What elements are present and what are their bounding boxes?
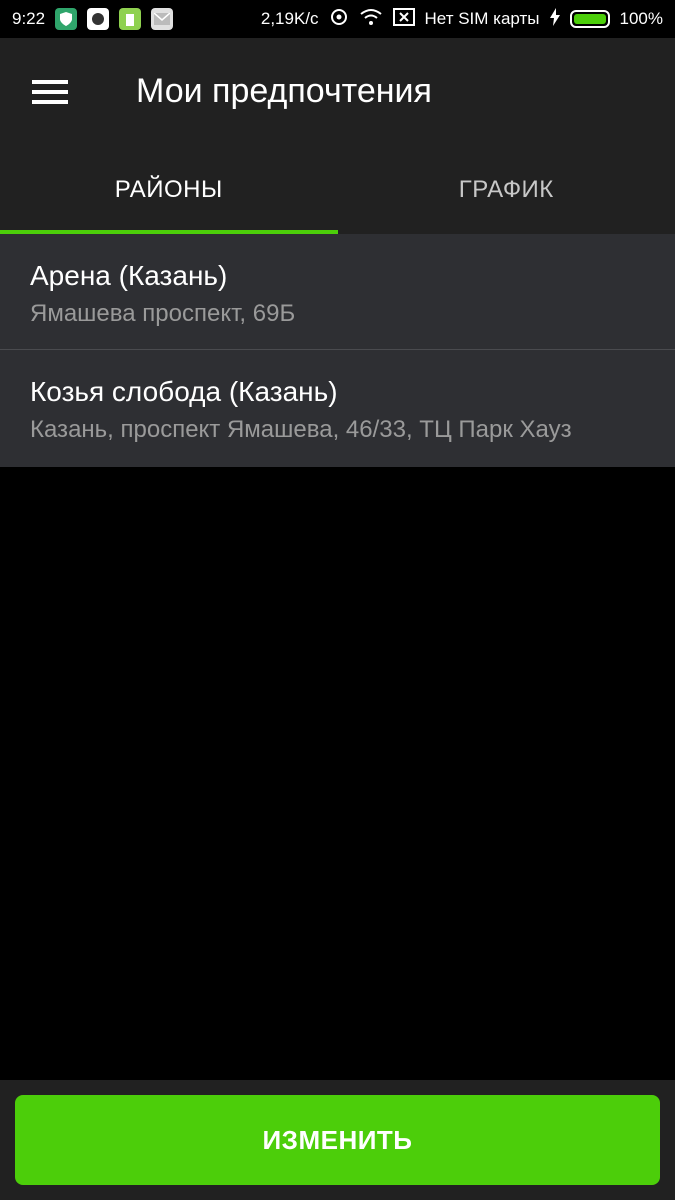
list-item[interactable]: Козья слобода (Казань) Казань, проспект … bbox=[0, 350, 675, 467]
status-left: 9:22 bbox=[0, 8, 174, 30]
change-button[interactable]: ИЗМЕНИТЬ bbox=[15, 1095, 660, 1185]
shield-app-icon bbox=[55, 8, 78, 30]
battery-app-icon bbox=[119, 8, 142, 30]
location-title: Козья слобода (Казань) bbox=[30, 376, 338, 407]
tab-schedule[interactable]: ГРАФИК bbox=[338, 145, 675, 234]
status-bar: 9:22 2,19K/c Нет SIM карты 100% bbox=[0, 0, 675, 38]
tab-bar: РАЙОНЫ ГРАФИК bbox=[0, 145, 675, 234]
mail-icon bbox=[151, 8, 174, 30]
menu-button[interactable] bbox=[0, 38, 100, 145]
network-speed: 2,19K/c bbox=[260, 9, 319, 28]
battery-level bbox=[573, 14, 606, 24]
location-address: Ямашева проспект, 69Б bbox=[30, 300, 296, 327]
battery-percent: 100% bbox=[619, 9, 663, 28]
sim-status: Нет SIM карты bbox=[424, 9, 540, 28]
list-item[interactable]: Арена (Казань) Ямашева проспект, 69Б bbox=[0, 234, 675, 350]
tab-districts[interactable]: РАЙОНЫ bbox=[0, 145, 338, 234]
status-right: 2,19K/c Нет SIM карты 100% bbox=[261, 7, 675, 32]
hotspot-icon bbox=[329, 7, 349, 32]
camera-app-icon bbox=[87, 8, 110, 30]
status-time: 9:22 bbox=[12, 9, 46, 28]
location-list: Арена (Казань) Ямашева проспект, 69Б Коз… bbox=[0, 234, 675, 467]
hamburger-menu-icon bbox=[32, 74, 68, 110]
screen: 9:22 2,19K/c Нет SIM карты 100% Мои пред… bbox=[0, 0, 675, 1200]
charging-icon bbox=[549, 7, 560, 31]
wifi-icon bbox=[359, 8, 383, 31]
battery-icon bbox=[569, 10, 610, 28]
bottom-bar: ИЗМЕНИТЬ bbox=[0, 1080, 675, 1200]
page-title: Мои предпочтения bbox=[136, 72, 432, 110]
location-address: Казань, проспект Ямашева, 46/33, ТЦ Парк… bbox=[30, 416, 572, 443]
app-bar: Мои предпочтения bbox=[0, 38, 675, 145]
no-sim-icon bbox=[392, 7, 415, 31]
location-title: Арена (Казань) bbox=[30, 260, 228, 291]
